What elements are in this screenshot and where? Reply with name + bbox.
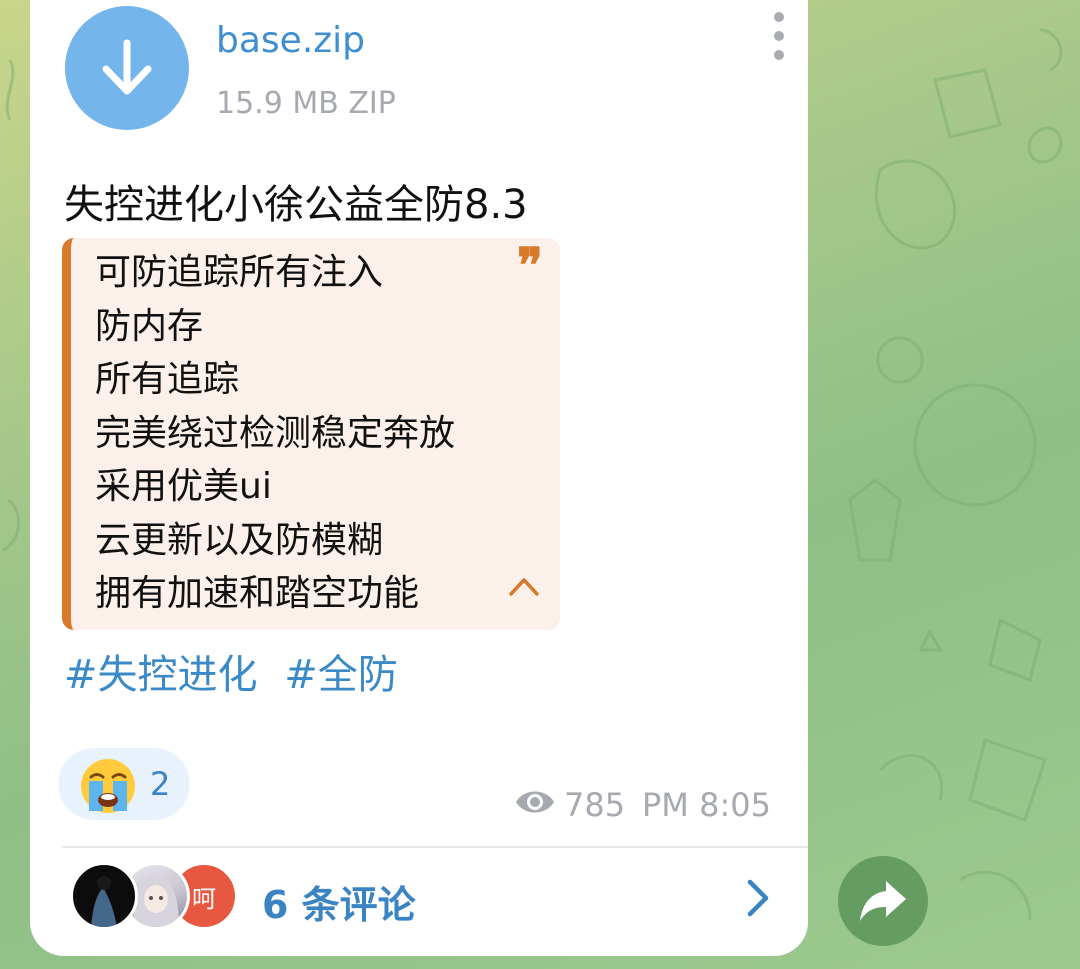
quote-lines: 可防追踪所有注入 防内存 所有追踪 完美绕过检测稳定奔放 采用优美ui 云更新以…: [95, 246, 455, 621]
divider: [62, 846, 808, 848]
file-size: 15.9 MB ZIP: [216, 86, 396, 121]
forward-arrow-icon: [860, 881, 906, 921]
reaction-count: 2: [150, 765, 171, 803]
quote-line: 云更新以及防模糊: [95, 519, 384, 561]
quote-line: 采用优美ui: [95, 466, 272, 507]
quote-line: 防内存: [95, 305, 204, 347]
quote-line: 可防追踪所有注入: [95, 252, 384, 293]
message-title: 失控进化小徐公益全防8.3: [64, 182, 528, 228]
chevron-right-icon[interactable]: [742, 878, 772, 918]
crying-face-icon: [81, 759, 135, 813]
share-button[interactable]: [838, 856, 928, 946]
blockquote[interactable]: 可防追踪所有注入 防内存 所有追踪 完美绕过检测稳定奔放 采用优美ui 云更新以…: [62, 238, 560, 630]
download-arrow-icon: [102, 39, 152, 95]
view-count: 785: [564, 786, 626, 824]
quote-line: 所有追踪: [95, 359, 240, 400]
avatar: [70, 862, 138, 930]
quote-mark-icon: ❞: [517, 238, 543, 294]
chevron-up-icon[interactable]: [507, 574, 541, 598]
silhouette-icon: [91, 876, 117, 927]
hashtag-link[interactable]: #失控进化: [64, 652, 258, 698]
eye-icon: [516, 791, 554, 813]
hashtag-link[interactable]: #全防: [284, 652, 398, 698]
quote-line: 拥有加速和踏空功能: [95, 573, 420, 614]
quote-line: 完美绕过检测稳定奔放: [95, 412, 456, 454]
download-button[interactable]: [65, 6, 189, 130]
file-name[interactable]: base.zip: [216, 20, 365, 61]
more-options-icon[interactable]: [768, 12, 790, 60]
hashtags: #失控进化 #全防: [64, 642, 412, 700]
reaction-chip[interactable]: 2: [58, 748, 190, 820]
message-time: PM 8:05: [642, 786, 771, 824]
comments-link[interactable]: 6 条评论: [262, 874, 416, 929]
